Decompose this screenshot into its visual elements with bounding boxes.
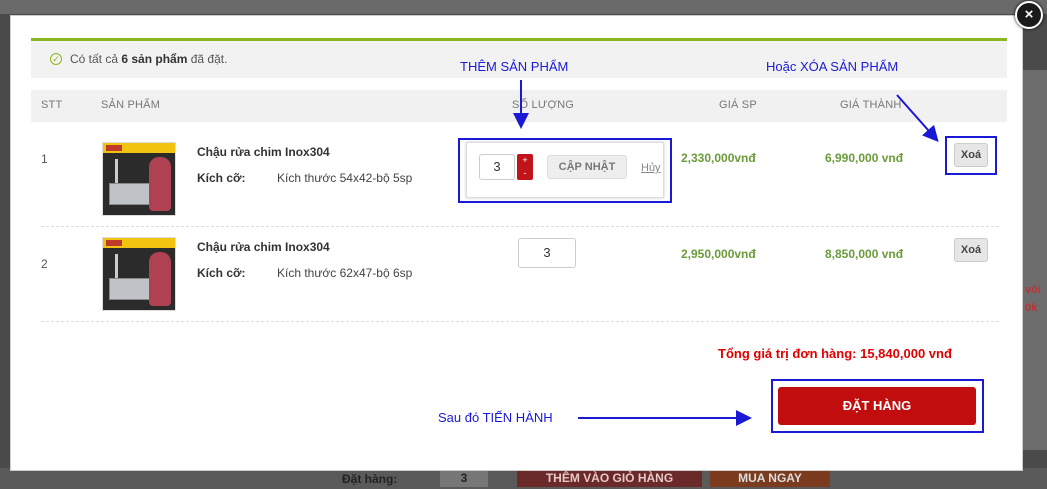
- background-order-label: Đặt hàng:: [342, 472, 398, 486]
- annotation-box-delete: [945, 136, 997, 175]
- unit-price: 2,950,000vnđ: [681, 247, 756, 261]
- order-total: Tổng giá trị đơn hàng: 15,840,000 vnđ: [718, 346, 952, 361]
- unit-price: 2,330,000vnđ: [681, 151, 756, 165]
- column-header-quantity: SỐ LƯỢNG: [512, 99, 574, 111]
- check-circle-icon: ✓: [50, 53, 62, 65]
- annotation-add-product: THÊM SẢN PHẨM: [460, 59, 569, 74]
- size-value: Kích thước 62x47-bộ 6sp: [277, 266, 413, 280]
- close-icon[interactable]: ×: [1015, 1, 1043, 29]
- product-thumbnail[interactable]: [102, 142, 176, 216]
- row-number: 1: [41, 152, 48, 166]
- delete-button[interactable]: Xoá: [954, 238, 988, 262]
- product-thumbnail[interactable]: [102, 237, 176, 311]
- annotation-proceed: Sau đó TIẾN HÀNH: [438, 410, 553, 425]
- product-name[interactable]: Chậu rửa chim Inox304: [197, 145, 330, 159]
- background-add-to-cart-button: THÊM VÀO GIỎ HÀNG: [517, 470, 702, 487]
- cart-table-header: STT SẢN PHẨM SỐ LƯỢNG GIÁ SP GIÁ THÀNH: [31, 90, 1007, 122]
- column-header-unit-price: GIÁ SP: [719, 99, 757, 111]
- quantity-input[interactable]: 3: [518, 238, 576, 268]
- line-total: 6,990,000 vnđ: [825, 151, 904, 165]
- annotation-box-order: [771, 379, 984, 433]
- background-qty: 3: [440, 470, 488, 487]
- size-label: Kích cỡ:: [197, 266, 246, 280]
- product-name[interactable]: Chậu rửa chim Inox304: [197, 240, 330, 254]
- column-header-line-total: GIÁ THÀNH: [840, 99, 902, 111]
- column-header-stt: STT: [41, 99, 63, 111]
- annotation-delete-product: Hoặc XÓA SẢN PHẨM: [766, 59, 899, 74]
- size-value: Kích thước 54x42-bộ 5sp: [277, 171, 413, 185]
- background-buy-now-button: MUA NGAY: [710, 470, 830, 487]
- line-total: 8,850,000 vnđ: [825, 247, 904, 261]
- table-row: 2 Chậu rửa chim Inox304 Kích cỡ: Kích th…: [31, 227, 1007, 322]
- row-divider: [41, 321, 999, 322]
- background-right-panel: vôi 0k: [1021, 70, 1047, 450]
- background-order-bar: Đặt hàng: 3 THÊM VÀO GIỎ HÀNG MUA NGAY: [0, 468, 1047, 489]
- row-number: 2: [41, 257, 48, 271]
- cart-notice-text: Có tất cả 6 sản phẩm đã đặt.: [70, 52, 228, 66]
- background-top-bar: [0, 0, 1047, 14]
- column-header-product: SẢN PHẨM: [101, 99, 161, 111]
- background-fragment: vôi: [1025, 284, 1041, 296]
- annotation-box-quantity: [458, 138, 672, 203]
- size-label: Kích cỡ:: [197, 171, 246, 185]
- background-fragment: 0k: [1025, 302, 1038, 314]
